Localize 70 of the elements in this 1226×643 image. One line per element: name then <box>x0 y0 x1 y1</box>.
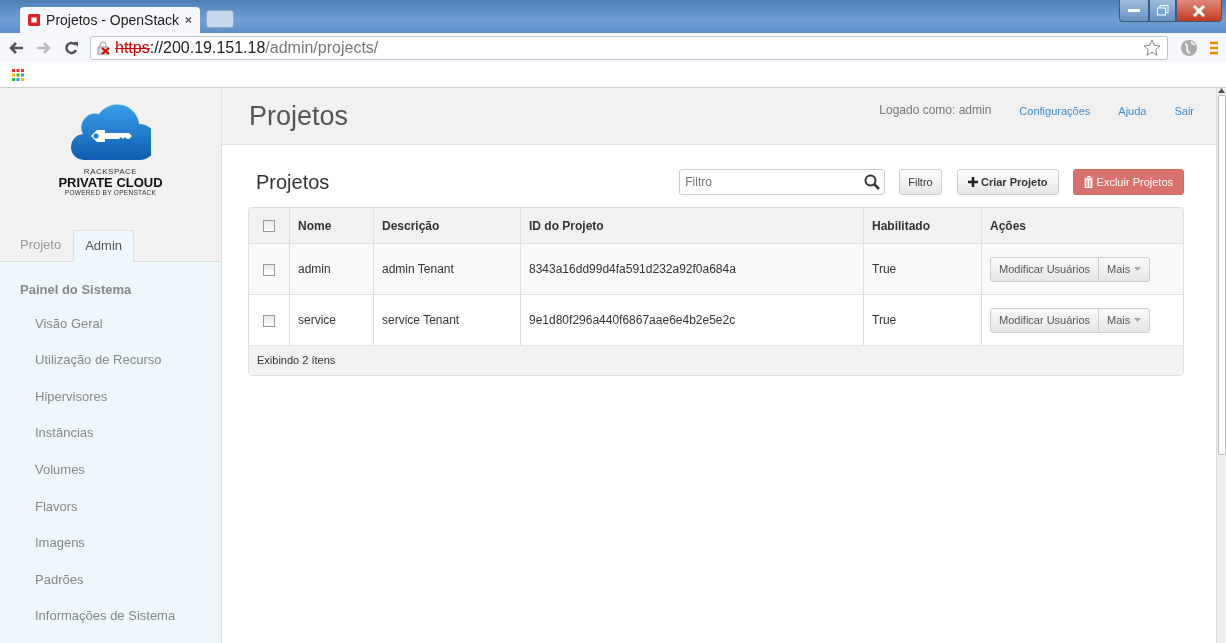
delete-projects-button[interactable]: Excluir Projetos <box>1072 169 1184 195</box>
sidebar-item[interactable]: Imagens <box>0 533 221 570</box>
scrollbar[interactable] <box>1216 88 1226 643</box>
caret-icon <box>1133 318 1141 322</box>
browser-tab[interactable]: Projetos - OpenStack <box>20 7 200 33</box>
back-icon[interactable] <box>8 40 24 55</box>
sidebar-item[interactable]: Hipervisores <box>0 386 221 424</box>
panel-heading: Painel do Sistema <box>19 281 133 300</box>
checkbox[interactable] <box>263 263 275 276</box>
trash-icon <box>1083 176 1093 188</box>
sidebar-tab[interactable]: Admin <box>73 229 135 263</box>
sidebar-item[interactable]: Utilização de Recurso <box>0 350 221 387</box>
page-title: Projetos <box>249 100 349 133</box>
globe-icon[interactable] <box>1180 38 1198 57</box>
checkbox[interactable] <box>263 220 275 233</box>
sidebar-item[interactable]: Instâncias <box>0 423 221 461</box>
reload-icon[interactable] <box>64 40 78 55</box>
more-dropdown-button[interactable]: Mais <box>1098 308 1149 332</box>
header-link[interactable]: Ajuda <box>1118 103 1147 144</box>
more-dropdown-button[interactable]: Mais <box>1098 257 1149 281</box>
sidebar-item[interactable]: Flavors <box>0 496 221 534</box>
close-icon[interactable] <box>185 16 192 24</box>
column-header: Nome <box>298 218 332 233</box>
logo-product-text: PRIVATE CLOUD <box>58 176 163 189</box>
sidebar-item[interactable]: Informações de Sistema <box>0 606 221 643</box>
table-cell: 8343a16dd99d4fa591d232a92f0a684a <box>529 262 736 276</box>
caret-icon <box>1133 267 1141 271</box>
apps-icon[interactable] <box>12 68 24 81</box>
maximize-button[interactable] <box>1149 0 1176 22</box>
broken-lock-icon <box>97 40 111 55</box>
sidebar-item[interactable]: Volumes <box>0 460 221 497</box>
create-project-button[interactable]: Criar Projeto <box>956 169 1059 195</box>
sidebar-item[interactable]: Padrões <box>0 569 221 607</box>
column-header: Descrição <box>382 218 440 233</box>
table-cell: admin Tenant <box>382 262 454 276</box>
filter-button[interactable]: Filtro <box>899 169 942 195</box>
star-icon[interactable] <box>1143 38 1161 57</box>
item-count-text: Exibindo 2 ítens <box>257 354 336 367</box>
restore-icon <box>1156 5 1169 16</box>
search-icon[interactable] <box>864 174 881 190</box>
column-header: ID do Projeto <box>529 218 604 233</box>
close-button[interactable] <box>1176 0 1222 22</box>
close-icon <box>1192 4 1206 17</box>
sidebar-item[interactable]: Visão Geral <box>0 313 221 351</box>
tab-title: Projetos - OpenStack <box>46 10 180 30</box>
sidebar-tab[interactable]: Projeto <box>8 228 74 262</box>
header-link[interactable]: Configurações <box>1019 103 1091 144</box>
logged-in-user: Logado como: admin <box>879 102 992 119</box>
table-cell: service <box>298 313 336 327</box>
section-title: Projetos <box>256 170 330 194</box>
table-cell: True <box>872 262 897 276</box>
plus-icon <box>967 177 978 187</box>
column-header: Habilitado <box>872 218 930 233</box>
column-header: Ações <box>990 218 1027 233</box>
logo-brand-text: RACKSPACE <box>83 167 138 176</box>
table-cell: 9e1d80f296a440f6867aae6e4b2e5e2c <box>529 313 736 327</box>
table-cell: admin <box>298 262 331 276</box>
table-cell: service Tenant <box>382 313 460 327</box>
table-cell: True <box>872 313 897 327</box>
favicon-icon <box>28 13 41 27</box>
menu-icon[interactable] <box>1210 40 1218 55</box>
minimize-icon <box>1128 8 1140 13</box>
minimize-button[interactable] <box>1119 0 1149 22</box>
filter-field[interactable]: Filtro <box>679 169 886 195</box>
url-text: https://200.19.151.18/admin/projects/ <box>115 37 379 58</box>
modify-users-button[interactable]: Modificar Usuários <box>991 308 1099 332</box>
modify-users-button[interactable]: Modificar Usuários <box>991 257 1099 281</box>
address-field[interactable]: https://200.19.151.18/admin/projects/ <box>90 35 1168 60</box>
header-link[interactable]: Sair <box>1174 103 1194 144</box>
checkbox[interactable] <box>263 314 275 327</box>
